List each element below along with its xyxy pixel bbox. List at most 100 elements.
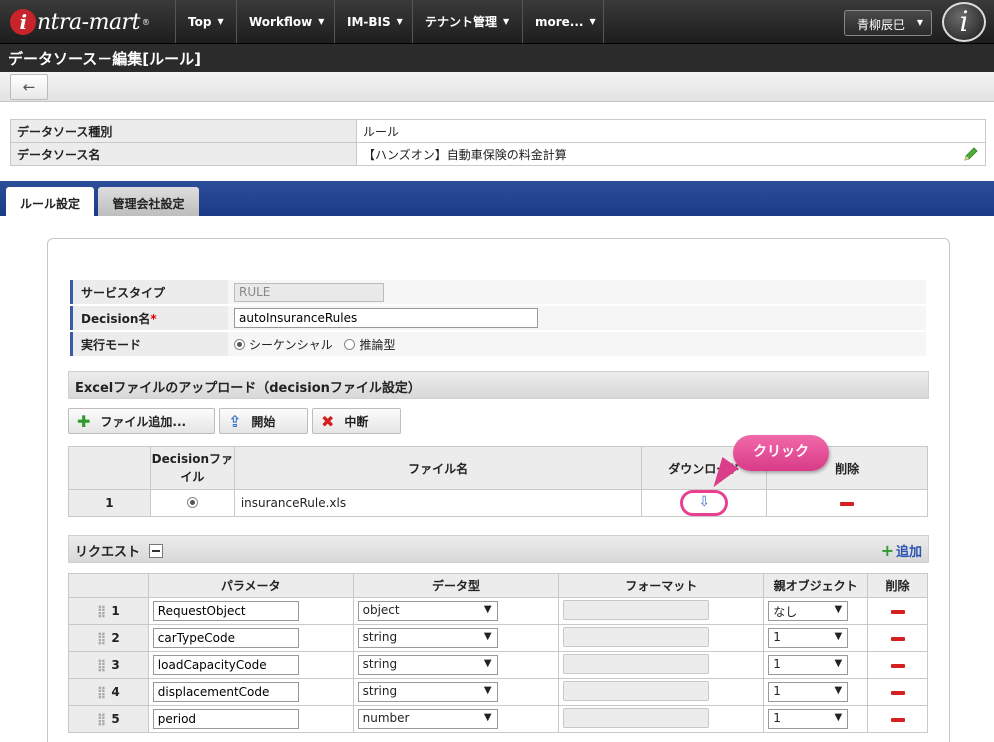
delete-icon[interactable]: [890, 636, 905, 641]
nav-workflow[interactable]: Workflow ▼: [236, 0, 334, 43]
chevron-down-icon: ▼: [589, 17, 596, 26]
add-file-button[interactable]: ✚ ファイル追加...: [68, 408, 215, 434]
param-cell: [147, 651, 354, 679]
start-upload-button[interactable]: ⇪ 開始: [219, 408, 308, 434]
download-icon[interactable]: ⇩: [680, 490, 729, 516]
format-cell: [558, 705, 765, 733]
nav-workflow-label: Workflow: [249, 14, 313, 29]
click-callout: クリック: [733, 435, 829, 471]
col-header-no: [68, 573, 149, 598]
format-field: [563, 599, 710, 620]
parent-object-value: 1: [773, 684, 781, 698]
param-input[interactable]: [152, 655, 299, 675]
parent-cell: 1 ▼: [763, 651, 869, 679]
parent-object-select[interactable]: 1 ▼: [768, 655, 849, 675]
delete-icon[interactable]: [890, 690, 905, 695]
back-button[interactable]: ←: [10, 74, 48, 100]
request-table: パラメータ データ型 フォーマット 親オブジェクト 削除 ⣿1 object▼ …: [68, 573, 928, 733]
row-number-cell: ⣿ 4: [68, 678, 149, 706]
data-type-select[interactable]: string ▼: [357, 628, 498, 648]
row-number-cell: ⣿ 2: [68, 624, 149, 652]
nav-tenant-admin[interactable]: テナント管理 ▼: [412, 0, 522, 43]
exec-mode-cell: シーケンシャル 推論型: [228, 332, 926, 356]
add-request-button[interactable]: + 追加: [881, 541, 922, 560]
delete-cell: [867, 597, 928, 625]
type-cell: number ▼: [352, 705, 560, 733]
radio-sequential[interactable]: シーケンシャル: [234, 338, 333, 352]
data-type-select[interactable]: object ▼: [357, 601, 498, 621]
nav-tenant-admin-label: テナント管理: [425, 15, 498, 29]
plus-icon: +: [880, 541, 894, 560]
collapse-icon[interactable]: [148, 544, 163, 558]
type-cell: string ▼: [352, 651, 560, 679]
decision-name-label: Decision名: [81, 311, 151, 326]
drag-handle-icon[interactable]: ⣿: [97, 658, 106, 672]
param-input[interactable]: [152, 601, 299, 621]
nav-im-bis[interactable]: IM-BIS ▼: [334, 0, 412, 43]
col-header-no: [68, 446, 151, 490]
data-type-select[interactable]: number ▼: [357, 709, 498, 729]
table-row: ⣿4 string▼ 1▼: [68, 678, 928, 706]
datasource-type-label: データソース種別: [10, 119, 357, 143]
table-row: ⣿2 string▼ 1▼: [68, 624, 928, 652]
nav-top-label: Top: [188, 14, 212, 29]
delete-icon[interactable]: [890, 609, 905, 614]
data-type-value: string: [362, 657, 398, 671]
chevron-down-icon: ▼: [483, 631, 492, 642]
delete-icon[interactable]: [840, 501, 855, 506]
format-field: [563, 707, 710, 728]
param-input[interactable]: [152, 628, 299, 648]
param-input[interactable]: [152, 709, 299, 729]
row-number: 1: [111, 604, 120, 618]
parent-object-select[interactable]: なし ▼: [768, 601, 849, 621]
parent-object-select[interactable]: 1 ▼: [768, 628, 849, 648]
top-nav-bar: i ntra-mart ® Top ▼ Workflow ▼ IM-BIS ▼ テナン…: [0, 0, 994, 44]
parent-cell: 1 ▼: [763, 705, 869, 733]
drag-handle-icon[interactable]: ⣿: [97, 685, 106, 699]
drag-handle-icon[interactable]: ⣿: [97, 604, 106, 618]
param-input[interactable]: [152, 682, 299, 702]
chevron-down-icon: ▼: [834, 685, 843, 696]
data-type-value: number: [362, 711, 410, 725]
data-type-select[interactable]: string ▼: [357, 655, 498, 675]
delete-icon[interactable]: [890, 717, 905, 722]
delete-icon[interactable]: [890, 663, 905, 668]
start-upload-label: 開始: [251, 414, 276, 429]
parent-object-select[interactable]: 1 ▼: [768, 709, 849, 729]
type-cell: object ▼: [352, 597, 560, 625]
info-icon[interactable]: i: [942, 2, 986, 42]
parent-object-select[interactable]: 1 ▼: [768, 682, 849, 702]
intra-mart-logo[interactable]: i ntra-mart ®: [0, 0, 175, 44]
format-cell: [558, 624, 765, 652]
col-header-data-type: データ型: [352, 573, 560, 598]
tab-rule-settings[interactable]: ルール設定: [6, 187, 94, 216]
radio-button-checked[interactable]: [234, 338, 245, 350]
chevron-down-icon: ▼: [834, 631, 843, 642]
logo-mark: i: [10, 9, 36, 35]
request-section-title: リクエスト: [75, 545, 141, 560]
nav-top[interactable]: Top ▼: [175, 0, 236, 43]
chevron-down-icon: ▼: [834, 604, 843, 615]
nav-more[interactable]: more... ▼: [522, 0, 604, 43]
radio-button-checked[interactable]: [186, 497, 198, 508]
tab-company-settings[interactable]: 管理会社設定: [98, 187, 199, 216]
upload-section-header: Excelファイルのアップロード（decisionファイル設定）: [68, 371, 929, 399]
chevron-down-icon: ▼: [483, 685, 492, 696]
service-type-field: [234, 282, 384, 302]
format-field: [563, 680, 710, 701]
chevron-down-icon: ▼: [318, 17, 325, 26]
decision-name-input[interactable]: [234, 308, 538, 328]
data-type-value: object: [362, 603, 400, 617]
drag-handle-icon[interactable]: ⣿: [97, 712, 106, 726]
file-name-cell: insuranceRule.xls: [233, 489, 643, 517]
add-request-label: 追加: [895, 545, 922, 560]
rule-form: サービスタイプ Decision名* 実行モード シーケンシャル 推論型: [70, 278, 926, 358]
radio-inference[interactable]: 推論型: [344, 338, 396, 352]
user-menu[interactable]: 青柳辰巳 ▼: [844, 10, 932, 36]
cancel-upload-button[interactable]: ✖ 中断: [312, 408, 401, 434]
pencil-icon[interactable]: [963, 146, 979, 162]
data-type-select[interactable]: string ▼: [357, 682, 498, 702]
drag-handle-icon[interactable]: ⣿: [97, 631, 106, 645]
radio-button[interactable]: [344, 338, 356, 350]
service-type-cell: [228, 280, 926, 304]
